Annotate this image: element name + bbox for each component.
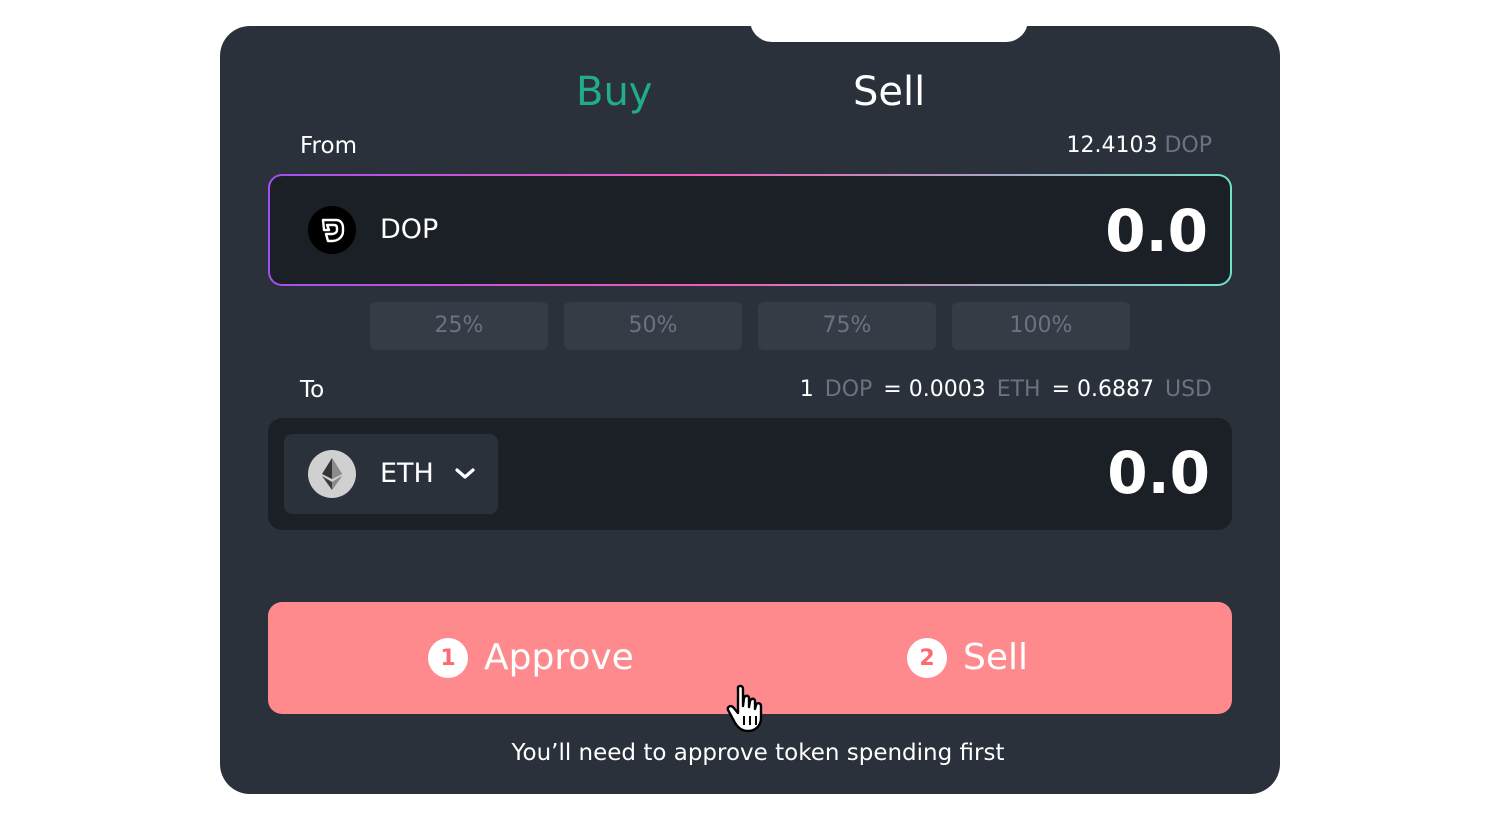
card-notch: [750, 0, 1028, 42]
rate-usd-value: = 0.6887: [1051, 377, 1154, 402]
to-label: To: [300, 377, 325, 403]
balance-unit: DOP: [1164, 133, 1212, 158]
chevron-down-icon: [455, 468, 475, 479]
step-1-badge: 1: [428, 638, 468, 678]
ethereum-icon: [308, 450, 356, 498]
tab-buy[interactable]: Buy: [576, 68, 652, 116]
percent-50-button[interactable]: 50%: [564, 302, 742, 350]
sell-label: Sell: [963, 637, 1029, 678]
from-label: From: [300, 133, 357, 159]
rate-base-unit: DOP: [824, 377, 873, 402]
rate-usd-unit: USD: [1164, 377, 1212, 402]
to-amount-input[interactable]: [808, 438, 1212, 508]
rate-eth-unit: ETH: [996, 377, 1041, 402]
to-field: ETH: [268, 418, 1232, 530]
step-2-badge: 2: [907, 638, 947, 678]
rate-base-amount: 1: [799, 377, 814, 402]
balance-value: 12.4103: [1066, 133, 1158, 158]
from-field[interactable]: DOP: [268, 174, 1232, 286]
dop-logo-icon: [308, 206, 356, 254]
approve-label: Approve: [484, 637, 634, 678]
approve-button[interactable]: 1 Approve: [428, 632, 634, 684]
tab-sell[interactable]: Sell: [853, 68, 925, 116]
exchange-rate: 1 DOP = 0.0003 ETH = 0.6887 USD: [796, 376, 1212, 404]
from-token-name: DOP: [380, 214, 439, 245]
to-token-selector[interactable]: ETH: [284, 434, 498, 514]
approval-hint: You’ll need to approve token spending fi…: [511, 740, 1005, 766]
to-token-name: ETH: [380, 458, 434, 489]
from-balance: 12.4103 DOP: [1066, 132, 1212, 160]
rate-eth-value: = 0.0003: [883, 377, 986, 402]
percent-25-button[interactable]: 25%: [370, 302, 548, 350]
from-amount-input[interactable]: [806, 196, 1210, 266]
hand-pointer-icon: [726, 684, 763, 733]
percent-75-button[interactable]: 75%: [758, 302, 936, 350]
sell-button[interactable]: 2 Sell: [907, 632, 1028, 684]
percent-100-button[interactable]: 100%: [952, 302, 1130, 350]
